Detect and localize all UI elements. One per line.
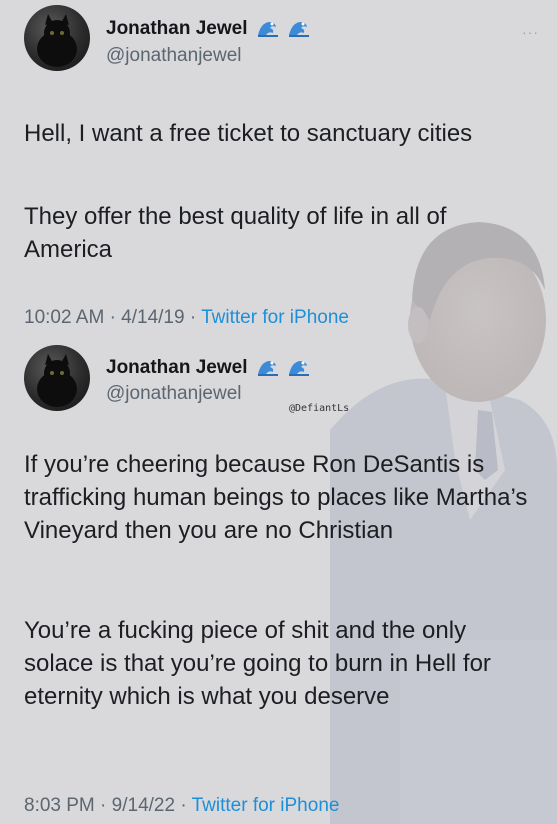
tweet-time[interactable]: 10:02 AM (24, 307, 104, 328)
separator: · (180, 795, 187, 816)
handle[interactable]: @jonathanjewel (106, 45, 242, 67)
display-name-text[interactable]: Jonathan Jewel (106, 18, 248, 39)
wave-emoji-icon (257, 361, 278, 376)
avatar-black-cat-icon (37, 354, 77, 407)
more-options-icon[interactable]: ··· (522, 24, 539, 40)
wave-emoji-icon (289, 22, 310, 37)
tweet-time[interactable]: 8:03 PM (24, 795, 95, 816)
tweet-source-link[interactable]: Twitter for iPhone (201, 307, 349, 328)
separator: · (100, 795, 107, 816)
tweet-source-link[interactable]: Twitter for iPhone (192, 795, 340, 816)
tweet-date[interactable]: 4/14/19 (121, 307, 184, 328)
display-name[interactable]: Jonathan Jewel (106, 18, 310, 40)
avatar[interactable] (24, 5, 90, 71)
wave-emoji-icon (257, 22, 278, 37)
tweet-date[interactable]: 9/14/22 (112, 795, 175, 816)
separator: · (109, 307, 116, 328)
tweet-text-paragraph: They offer the best quality of life in a… (24, 203, 447, 263)
tweet-text-paragraph: If you’re cheering because Ron DeSantis … (24, 451, 528, 544)
display-name-text[interactable]: Jonathan Jewel (106, 357, 248, 378)
watermark: @DefiantLs (289, 403, 350, 414)
handle[interactable]: @jonathanjewel (106, 383, 242, 405)
tweet-text-paragraph: You’re a fucking piece of shit and the o… (24, 617, 491, 710)
tweet-meta: 8:03 PM · 9/14/22 · Twitter for iPhone (24, 795, 339, 817)
tweet-text-paragraph: Hell, I want a free ticket to sanctuary … (24, 120, 473, 147)
avatar[interactable] (24, 345, 90, 411)
display-name[interactable]: Jonathan Jewel (106, 357, 310, 379)
avatar-black-cat-icon (37, 14, 77, 67)
wave-emoji-icon (289, 361, 310, 376)
separator: · (189, 307, 197, 328)
tweet-meta: 10:02 AM · 4/14/19 · Twitter for iPhone (24, 307, 349, 329)
